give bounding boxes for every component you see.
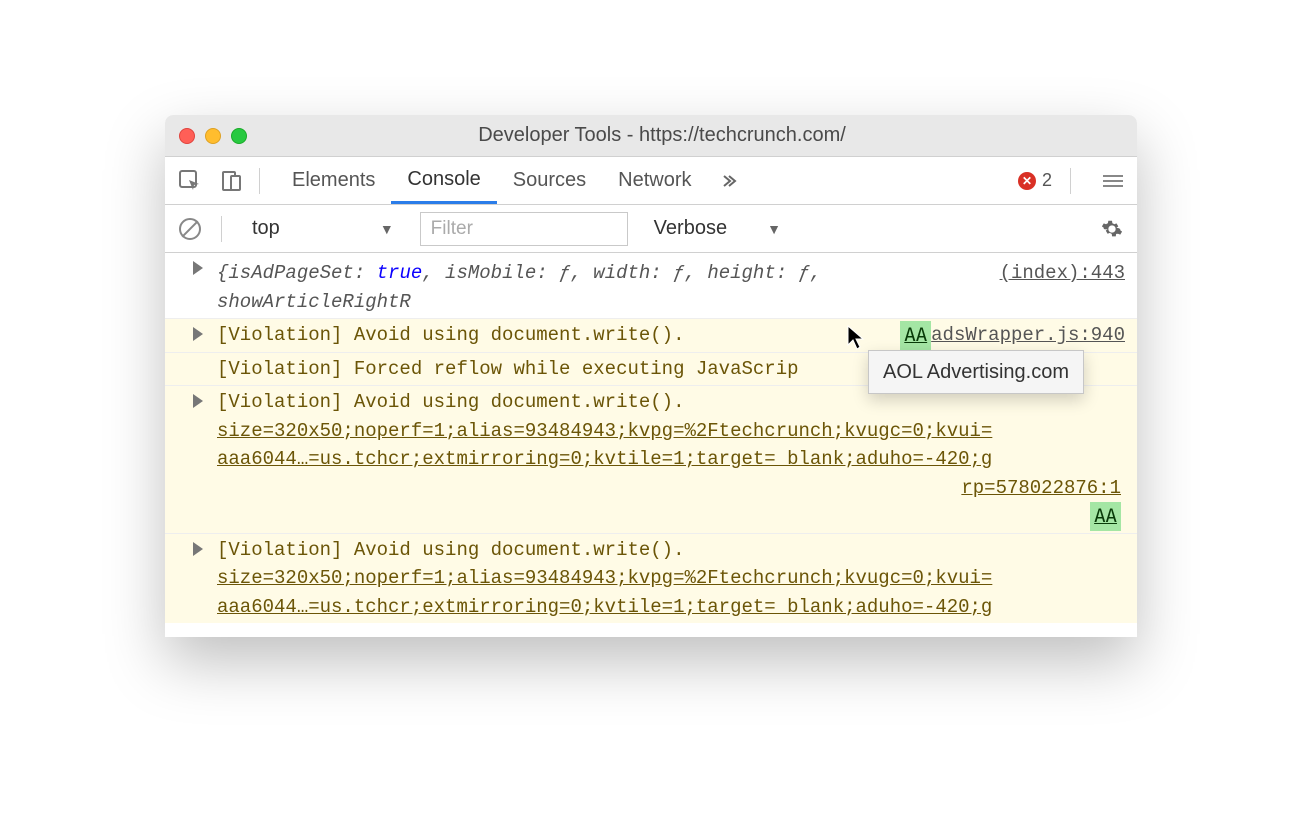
execution-context-select[interactable]: top ▼	[242, 217, 404, 240]
titlebar: Developer Tools - https://techcrunch.com…	[165, 115, 1137, 157]
request-detail[interactable]: rp=578022876:1	[195, 474, 1125, 503]
chevron-down-icon: ▼	[380, 221, 394, 237]
request-detail[interactable]: size=320x50;noperf=1;alias=93484943;kvpg…	[217, 564, 1125, 593]
request-detail[interactable]: aaa6044…=us.tchcr;extmirroring=0;kvtile=…	[217, 593, 1125, 622]
tab-console[interactable]: Console	[391, 157, 496, 204]
violation-message: [Violation] Avoid using document.write()…	[217, 536, 1125, 565]
toolbar-right: ✕ 2	[1018, 168, 1123, 194]
disclosure-triangle-icon[interactable]	[193, 542, 203, 556]
console-row[interactable]: [Violation] Avoid using document.write()…	[165, 534, 1137, 624]
disclosure-triangle-icon[interactable]	[193, 261, 203, 275]
divider	[221, 216, 222, 242]
third-party-badge[interactable]: AA	[1090, 502, 1121, 531]
console-filterbar: top ▼ Verbose ▼	[165, 205, 1137, 253]
devtools-window: Developer Tools - https://techcrunch.com…	[165, 115, 1137, 637]
logged-object[interactable]: {isAdPageSet: true, isMobile: ƒ, width: …	[217, 259, 1125, 316]
violation-message: [Violation] Forced reflow while executin…	[217, 358, 799, 380]
panel-tabs: Elements Console Sources Network	[276, 157, 750, 204]
log-level-select[interactable]: Verbose ▼	[644, 217, 791, 240]
filter-input[interactable]	[420, 212, 628, 246]
tab-sources[interactable]: Sources	[497, 157, 602, 204]
error-count-badge[interactable]: ✕ 2	[1018, 170, 1052, 191]
level-label: Verbose	[654, 217, 727, 240]
tab-network[interactable]: Network	[602, 157, 707, 204]
disclosure-triangle-icon[interactable]	[193, 327, 203, 341]
settings-gear-icon[interactable]	[1101, 218, 1123, 240]
request-detail[interactable]: size=320x50;noperf=1;alias=93484943;kvpg…	[217, 417, 1125, 446]
error-count: 2	[1042, 170, 1052, 191]
clear-console-icon[interactable]	[179, 218, 201, 240]
tab-elements[interactable]: Elements	[276, 157, 391, 204]
source-link[interactable]: (index):443	[1000, 259, 1125, 288]
console-output[interactable]: (index):443 {isAdPageSet: true, isMobile…	[165, 253, 1137, 637]
mouse-cursor-icon	[847, 325, 867, 351]
console-row[interactable]: [Violation] Avoid using document.write()…	[165, 386, 1137, 534]
device-toolbar-icon[interactable]	[221, 170, 243, 192]
close-window-button[interactable]	[179, 128, 195, 144]
devtools-tabbar: Elements Console Sources Network ✕ 2	[165, 157, 1137, 205]
chevron-down-icon: ▼	[767, 221, 781, 237]
more-tabs-chevron-icon[interactable]	[708, 157, 750, 204]
console-row[interactable]: AA adsWrapper.js:940 [Violation] Avoid u…	[165, 319, 1137, 353]
toolbar-left	[179, 170, 243, 192]
divider	[259, 168, 260, 194]
inspect-element-icon[interactable]	[179, 170, 201, 192]
badge-tooltip: AOL Advertising.com	[868, 350, 1084, 394]
context-label: top	[252, 217, 280, 240]
console-row[interactable]: (index):443 {isAdPageSet: true, isMobile…	[165, 253, 1137, 319]
request-detail[interactable]: aaa6044…=us.tchcr;extmirroring=0;kvtile=…	[217, 445, 1125, 474]
error-icon: ✕	[1018, 172, 1036, 190]
kebab-menu-icon[interactable]	[1103, 175, 1123, 187]
window-title: Developer Tools - https://techcrunch.com…	[201, 124, 1123, 147]
disclosure-triangle-icon[interactable]	[193, 394, 203, 408]
divider	[1070, 168, 1071, 194]
source-link[interactable]: adsWrapper.js:940	[931, 321, 1125, 350]
third-party-badge[interactable]: AA	[900, 321, 931, 350]
